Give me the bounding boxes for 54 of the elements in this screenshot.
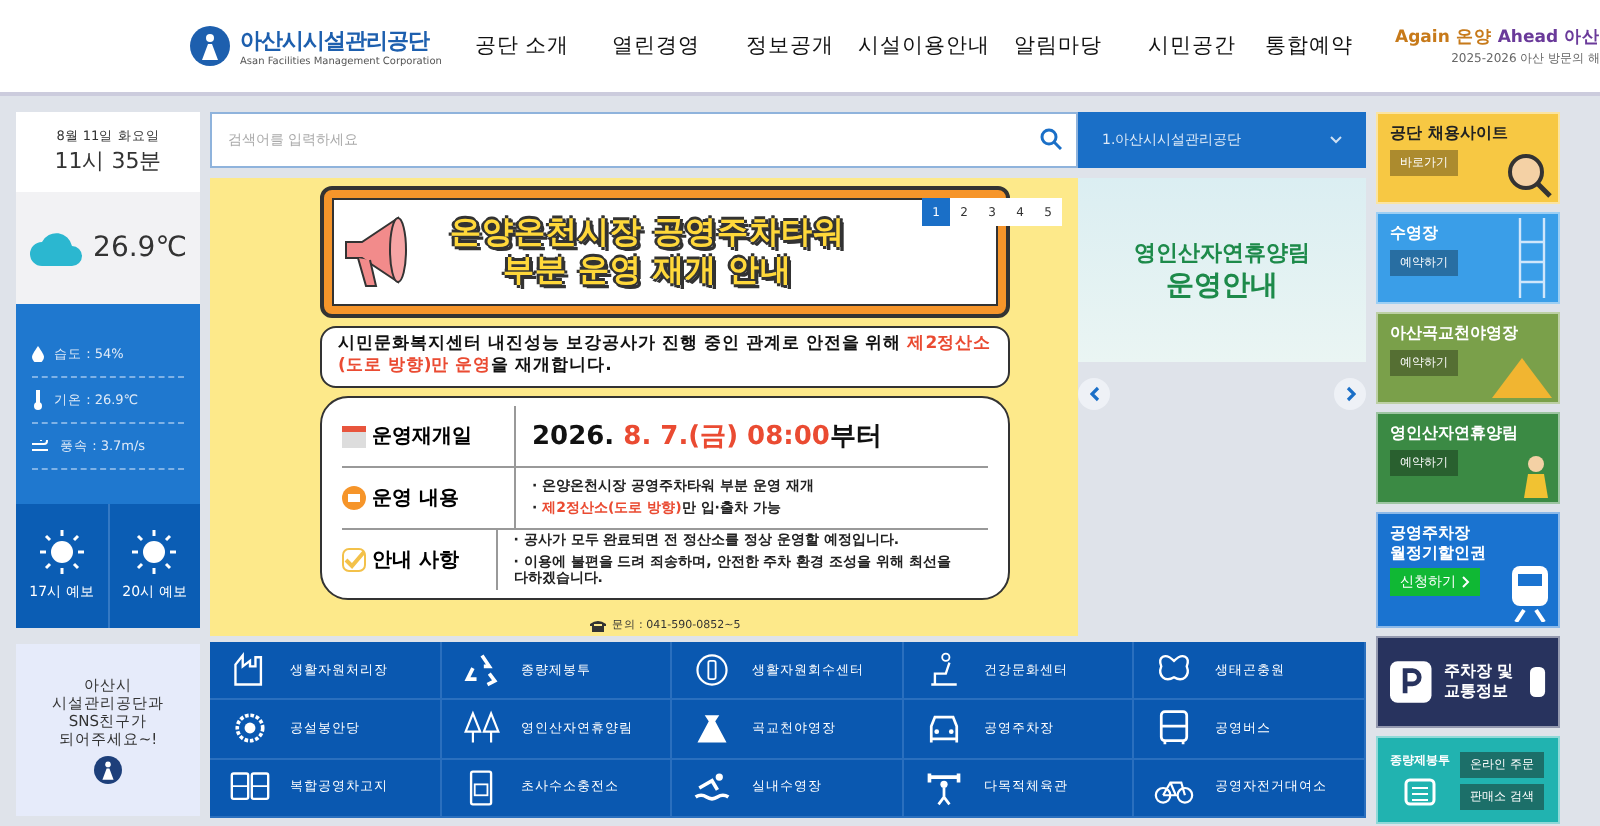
banner-title: 수영장	[1390, 224, 1440, 244]
banner-title: 영인산자연휴양림	[1390, 424, 1520, 444]
slogan: Again 온양 Ahead 아산	[1395, 25, 1600, 49]
bottle-icon	[692, 650, 733, 691]
train-icon	[1508, 566, 1552, 622]
phone-icon	[589, 619, 606, 631]
nav-item[interactable]: 공단 소개	[455, 32, 590, 60]
next-button[interactable]	[1334, 378, 1366, 410]
banner-title: 주차장 및 교통정보	[1443, 662, 1516, 702]
weather-time: 11시 35분	[54, 146, 162, 176]
poster-title: 부분 운영 재개 안내	[503, 252, 792, 291]
row-label: 운영 내용	[372, 485, 459, 512]
thermometer-icon	[32, 390, 44, 410]
chevron-left-icon	[1089, 386, 1099, 402]
chevron-right-icon	[1462, 576, 1470, 589]
parking-traffic-banner[interactable]: 주차장 및 교통정보	[1376, 636, 1560, 728]
chevron-down-icon	[1330, 136, 1342, 144]
recycle-icon	[461, 650, 502, 691]
chevron-right-icon	[1345, 386, 1355, 402]
cloud-icon	[29, 230, 82, 266]
row-text: 2026. 8. 7.(금) 08:00부터	[532, 419, 882, 454]
parking-icon	[1390, 660, 1432, 704]
row-label: 안내 사항	[372, 547, 459, 574]
notice-poster[interactable]	[210, 178, 1078, 636]
banner-title: 공단 채용사이트	[1390, 124, 1510, 144]
banner-title: 공영주차장 월정기할인권	[1390, 524, 1488, 563]
row-label: 운영재개일	[372, 423, 472, 450]
logo-icon	[190, 26, 230, 66]
logo-name[interactable]: 아산시시설관리공단	[240, 25, 442, 55]
poster-title: 온양온천시장 공영주차타워	[450, 213, 845, 252]
banner-title: 아산곡교천야영장	[1390, 324, 1520, 344]
check-icon	[342, 547, 366, 572]
logo-icon	[94, 756, 122, 784]
nav-item[interactable]: 정보공개	[723, 32, 858, 60]
search-icon[interactable]	[1040, 128, 1062, 150]
poster-notice: 시민문화복지센터 내진성능 보강공사가 진행 중인 관계로 안전을 위해 제2정산소(도로 방향)만 운영을 재개합니다.	[320, 326, 1010, 388]
banner-title: 운영안내	[1166, 267, 1278, 303]
nav-item[interactable]: 통합예약	[1259, 32, 1360, 60]
tent-icon	[1492, 358, 1552, 398]
forest-banner[interactable]: 영인산자연휴양림 운영안내	[1078, 178, 1366, 362]
nav-item[interactable]: 열린경영	[589, 32, 724, 60]
water-drop-icon	[32, 346, 44, 362]
previous-button[interactable]	[1078, 378, 1110, 410]
sun-icon	[132, 530, 177, 574]
banner-title: 영인산자연휴양림	[1134, 237, 1310, 267]
card-icon	[342, 485, 366, 510]
sun-icon	[39, 530, 84, 574]
nav-item[interactable]: 알림마당	[991, 32, 1126, 60]
temperature-reading: 26.9℃	[93, 232, 187, 264]
nav-item[interactable]: 시민공간	[1125, 32, 1260, 60]
weightlifter-icon	[923, 767, 964, 808]
trees-icon	[461, 708, 502, 749]
wind-icon	[32, 439, 50, 453]
nav-item[interactable]: 시설이용안내	[857, 32, 992, 60]
